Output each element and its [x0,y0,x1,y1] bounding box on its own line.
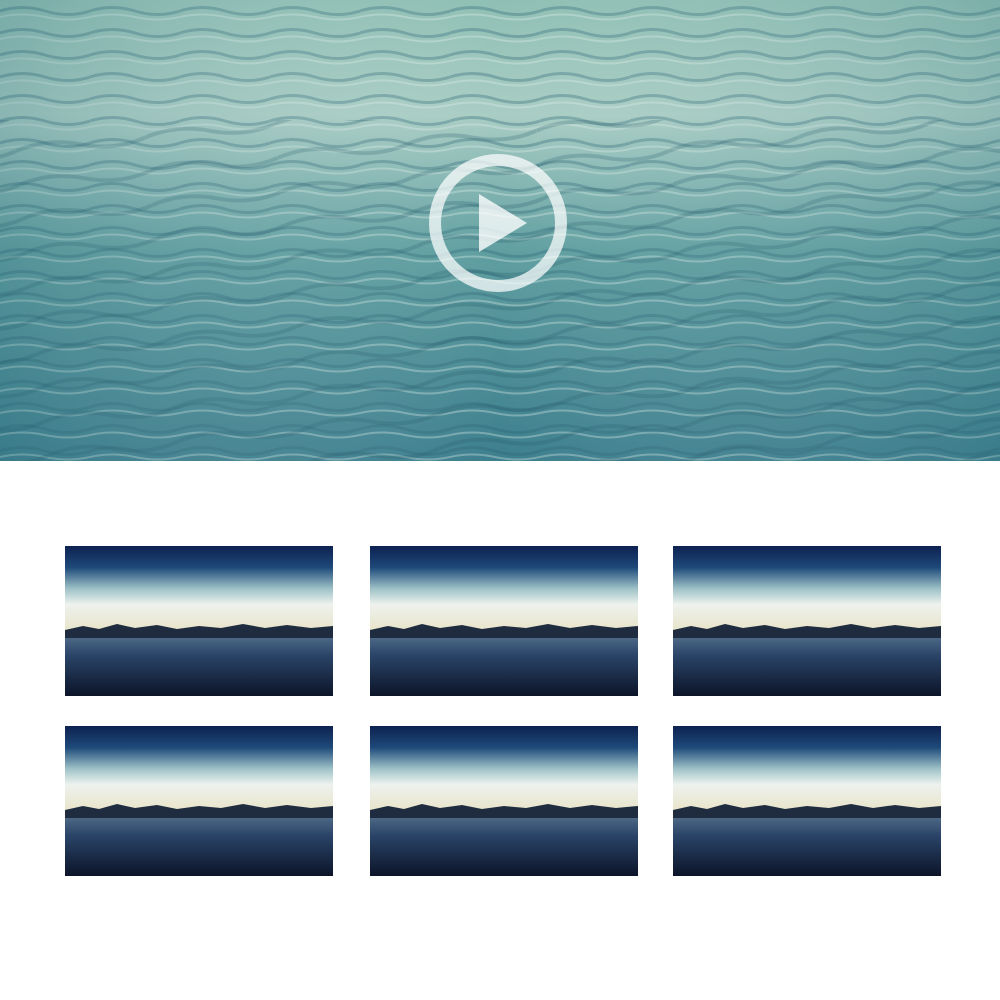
video-thumbnail[interactable] [65,726,333,876]
night-lake-thumbnail-image [370,546,638,696]
night-lake-thumbnail-image [65,726,333,876]
video-thumbnail[interactable] [370,546,638,696]
video-thumbnail[interactable] [673,726,941,876]
night-lake-thumbnail-image [673,726,941,876]
night-lake-thumbnail-image [370,726,638,876]
night-lake-thumbnail-image [65,546,333,696]
video-gallery-page [0,0,1000,1000]
play-button[interactable] [427,152,569,294]
video-thumbnail[interactable] [370,726,638,876]
hero-video-player[interactable] [0,0,1000,461]
night-lake-thumbnail-image [673,546,941,696]
video-thumbnail[interactable] [673,546,941,696]
video-thumbnail[interactable] [65,546,333,696]
play-circle-icon [429,154,567,292]
